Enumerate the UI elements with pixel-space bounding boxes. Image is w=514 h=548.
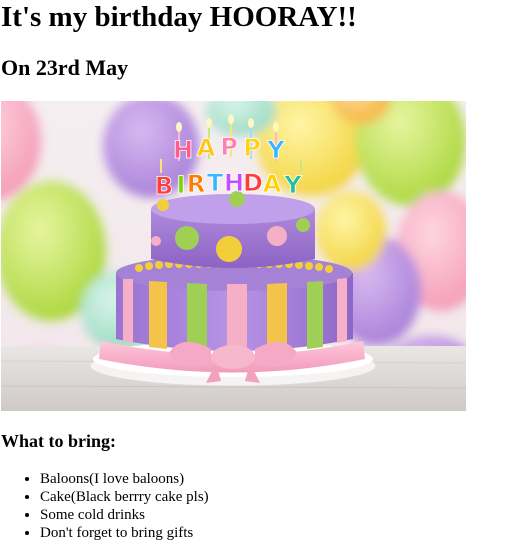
svg-text:T: T: [207, 169, 224, 197]
svg-text:Y: Y: [283, 171, 302, 199]
svg-text:R: R: [187, 170, 205, 198]
svg-text:Y: Y: [266, 136, 285, 164]
svg-text:D: D: [243, 169, 263, 197]
svg-text:B: B: [155, 172, 173, 200]
svg-text:P: P: [243, 134, 261, 162]
list-item: Baloons(I love baloons): [40, 470, 209, 488]
bring-list-heading: What to bring:: [1, 431, 117, 451]
svg-text:H: H: [224, 169, 244, 197]
svg-text:H: H: [173, 136, 193, 164]
list-item: Cake(Black berrry cake pls): [40, 488, 209, 506]
list-item: Some cold drinks: [40, 506, 209, 524]
svg-text:P: P: [220, 133, 238, 161]
page-title: It's my birthday HOORAY!!: [1, 1, 357, 33]
event-date: On 23rd May: [1, 55, 129, 80]
bring-list: Baloons(I love baloons) Cake(Black berrr…: [0, 470, 209, 542]
list-item: Don't forget to bring gifts: [40, 524, 209, 542]
birthday-cake-image: H A P P Y B I R T H D A Y: [1, 101, 466, 411]
svg-text:A: A: [197, 134, 216, 162]
svg-text:A: A: [263, 170, 282, 198]
svg-text:I: I: [177, 171, 186, 199]
